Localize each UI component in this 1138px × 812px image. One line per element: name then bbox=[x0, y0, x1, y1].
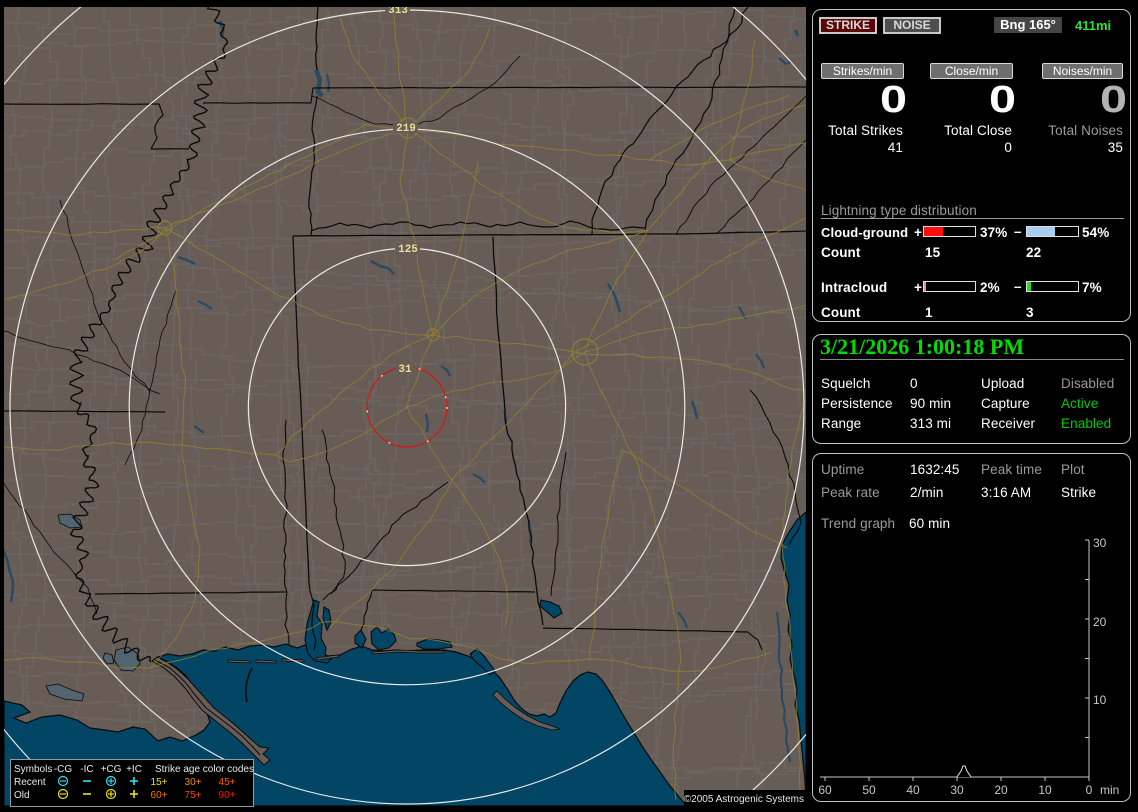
svg-text:125: 125 bbox=[398, 244, 418, 256]
svg-text:219: 219 bbox=[396, 123, 416, 135]
svg-text:©2005 Astrogenic Systems: ©2005 Astrogenic Systems bbox=[684, 794, 804, 805]
svg-text:Symbols: Symbols bbox=[14, 764, 52, 775]
svg-text:+IC: +IC bbox=[126, 764, 142, 775]
svg-text:31: 31 bbox=[398, 364, 412, 376]
svg-text:60+: 60+ bbox=[151, 790, 168, 801]
svg-text:75+: 75+ bbox=[185, 790, 202, 801]
svg-text:Old: Old bbox=[14, 790, 30, 801]
svg-text:+CG: +CG bbox=[101, 764, 122, 775]
svg-text:90+: 90+ bbox=[219, 790, 236, 801]
svg-text:Recent: Recent bbox=[14, 777, 46, 788]
svg-text:15+: 15+ bbox=[151, 777, 168, 788]
svg-text:-CG: -CG bbox=[54, 764, 73, 775]
svg-text:Strike age color codes: Strike age color codes bbox=[155, 764, 254, 775]
svg-text:313: 313 bbox=[388, 5, 408, 17]
svg-text:30+: 30+ bbox=[185, 777, 202, 788]
svg-text:-IC: -IC bbox=[80, 764, 93, 775]
svg-text:45+: 45+ bbox=[219, 777, 236, 788]
